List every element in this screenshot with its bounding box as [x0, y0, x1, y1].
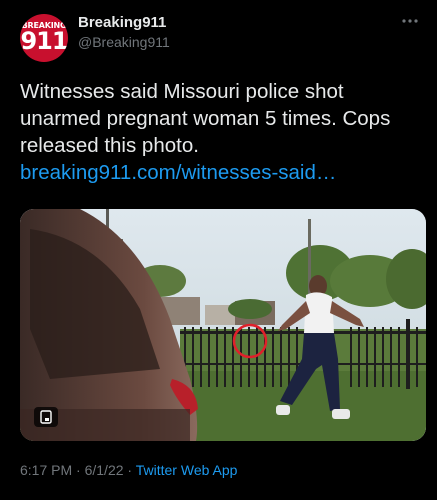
- media-badge[interactable]: [34, 407, 58, 427]
- more-horizontal-icon: [402, 19, 418, 23]
- dashcam-photo: [20, 209, 426, 441]
- avatar[interactable]: BREAKING 911: [20, 14, 68, 62]
- more-options-button[interactable]: [398, 11, 422, 31]
- tweet-link[interactable]: breaking911.com/witnesses-said…: [20, 161, 336, 184]
- tweet-media-photo[interactable]: [20, 209, 426, 441]
- media-badge-icon: [40, 410, 52, 424]
- tweet-footer: 6:17 PM · 6/1/22 · Twitter Web App: [20, 462, 237, 478]
- avatar-number: 911: [20, 26, 68, 55]
- footer-separator: ·: [127, 462, 133, 478]
- tweet-date[interactable]: 6/1/22: [85, 462, 124, 478]
- tweet-text: Witnesses said Missouri police shot unar…: [20, 78, 420, 186]
- author-handle[interactable]: @Breaking911: [78, 34, 170, 50]
- author-display-name[interactable]: Breaking911: [78, 14, 166, 31]
- footer-separator: ·: [76, 462, 81, 478]
- tweet-source-link[interactable]: Twitter Web App: [136, 462, 238, 478]
- tweet: BREAKING 911 Breaking911 @Breaking911 Wi…: [0, 0, 437, 500]
- tweet-body: Witnesses said Missouri police shot unar…: [20, 80, 391, 157]
- tweet-time[interactable]: 6:17 PM: [20, 462, 72, 478]
